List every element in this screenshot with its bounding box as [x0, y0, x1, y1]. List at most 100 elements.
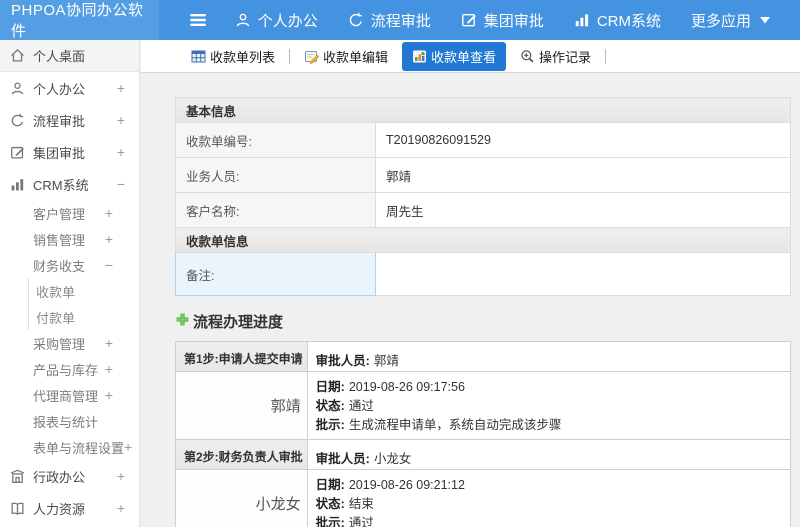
- sidebar-item-label: 表单与流程设置: [33, 440, 125, 456]
- tab-label: 操作记录: [539, 49, 592, 65]
- topnav-item[interactable]: CRM系统: [574, 10, 661, 31]
- tab-separator: [605, 48, 607, 64]
- expand-toggle-icon[interactable]: −: [105, 258, 113, 272]
- detail-line: 状态: 结束: [316, 495, 790, 514]
- field-value: 周先生: [375, 192, 791, 228]
- detail-value: 通过: [348, 516, 374, 527]
- sidebar-item-14[interactable]: 表单与流程设置 +: [0, 434, 139, 460]
- sidebar-item-10[interactable]: 采购管理 +: [0, 330, 139, 356]
- expand-toggle-icon[interactable]: +: [105, 336, 113, 350]
- user-icon: [10, 81, 25, 96]
- expand-toggle-icon[interactable]: +: [105, 362, 113, 376]
- note-edit-icon: [304, 49, 320, 64]
- sidebar-item-8[interactable]: 收款单: [28, 278, 139, 304]
- sidebar-item-label: 采购管理: [33, 336, 86, 352]
- topnav-item[interactable]: 流程审批: [348, 10, 431, 31]
- sidebar-item-label: 代理商管理: [33, 388, 99, 404]
- sidebar-item-label: 报表与统计: [33, 414, 99, 430]
- process-step-detail: 日期: 2019-08-26 09:21:12 状态: 结束 批示: 通过: [306, 469, 792, 527]
- table-icon: [191, 49, 206, 64]
- topnav-item-label: 个人办公: [257, 12, 318, 30]
- field-value: 郭靖: [375, 157, 791, 193]
- process-step-approver: 审批人员: 郭靖: [306, 341, 792, 372]
- expand-toggle-icon[interactable]: −: [117, 177, 125, 191]
- process-step-detail: 日期: 2019-08-26 09:17:56 状态: 通过 批示: 生成流程申请单，系统…: [306, 371, 792, 440]
- detail-line: 状态: 通过: [316, 397, 790, 416]
- sidebar: 个人桌面 个人办公 + 流程审批 + 集团审批 + CRM系统 − 客户管理 + 销售管理 + 财务收支 −…: [0, 40, 140, 527]
- top-nav: 个人办公 流程审批 集团审批 CRM系统 更多应用: [235, 0, 800, 40]
- zoom-plus-icon: [520, 49, 535, 64]
- detail-line: 批示: 通过: [316, 514, 790, 527]
- section-header-row: 收款单信息: [175, 227, 791, 253]
- expand-toggle-icon[interactable]: +: [117, 469, 125, 483]
- tab-label: 收款单查看: [431, 49, 497, 65]
- process-title-label: 流程办理进度: [193, 314, 284, 331]
- detail-value: 2019-08-26 09:17:56: [348, 380, 465, 394]
- approver-name: 小龙女: [373, 452, 412, 466]
- topnav-item-label: 流程审批: [370, 12, 431, 30]
- menu-hamburger-icon[interactable]: [189, 0, 207, 40]
- approver-label: 审批人员:: [315, 354, 370, 368]
- sidebar-item-16[interactable]: 人力资源 +: [0, 492, 139, 524]
- topnav-item[interactable]: 更多应用: [691, 10, 770, 31]
- expand-toggle-icon[interactable]: +: [117, 145, 125, 159]
- tab-separator: [289, 48, 291, 64]
- chevron-down-icon: [760, 16, 770, 24]
- home-icon: [10, 48, 25, 63]
- field-label: 收款单编号:: [175, 122, 376, 158]
- sidebar-item-6[interactable]: 销售管理 +: [0, 226, 139, 252]
- sidebar-item-0[interactable]: 个人桌面: [0, 40, 139, 72]
- tab-1[interactable]: 收款单编辑: [296, 42, 396, 71]
- tab-3[interactable]: 操作记录: [512, 42, 599, 71]
- sidebar-item-4[interactable]: CRM系统 −: [0, 168, 139, 200]
- building-icon: [10, 469, 25, 484]
- process-step-header-row: 第2步:财务负责人审批 审批人员: 小龙女: [175, 439, 792, 470]
- section-header-row: 基本信息: [175, 97, 791, 123]
- expand-toggle-icon[interactable]: +: [117, 113, 125, 127]
- field-label: 客户名称:: [175, 192, 376, 228]
- topnav-item[interactable]: 个人办公: [235, 10, 318, 31]
- process-step-title: 第1步:申请人提交申请: [175, 341, 308, 372]
- tab-0[interactable]: 收款单列表: [183, 42, 283, 71]
- sidebar-item-7[interactable]: 财务收支 −: [0, 252, 139, 278]
- expand-toggle-icon[interactable]: +: [124, 440, 132, 454]
- user-icon: [235, 12, 251, 28]
- topnav-item-label: CRM系统: [596, 12, 661, 30]
- tab-2[interactable]: 收款单查看: [402, 41, 507, 71]
- field-label: 备注:: [175, 252, 376, 296]
- detail-label: 批示:: [315, 418, 345, 432]
- sidebar-item-3[interactable]: 集团审批 +: [0, 136, 139, 168]
- plus-green-icon: [175, 312, 190, 331]
- sidebar-item-13[interactable]: 报表与统计: [0, 408, 139, 434]
- view-icon: [412, 49, 427, 64]
- expand-toggle-icon[interactable]: +: [105, 388, 113, 402]
- process-step-approver: 审批人员: 小龙女: [306, 439, 792, 470]
- detail-line: 日期: 2019-08-26 09:21:12: [316, 476, 790, 495]
- process-step-title: 第2步:财务负责人审批: [175, 439, 308, 470]
- sidebar-item-15[interactable]: 行政办公 +: [0, 460, 139, 492]
- tab-bar: 收款单列表 收款单编辑 收款单查看 操作记录: [141, 40, 800, 73]
- expand-toggle-icon[interactable]: +: [105, 206, 113, 220]
- receipt-info-table: 基本信息 收款单编号: T20190826091529 业务人员: 郭靖 客户名称: 周先生…: [175, 97, 791, 296]
- expand-toggle-icon[interactable]: +: [117, 81, 125, 95]
- sidebar-item-9[interactable]: 付款单: [28, 304, 139, 330]
- process-step-detail-row: 郭靖 日期: 2019-08-26 09:17:56 状态: 通过 批示: 生成流程申请单，…: [175, 371, 792, 440]
- detail-label: 批示:: [315, 516, 345, 527]
- flow-icon: [348, 12, 364, 28]
- topnav-item[interactable]: 集团审批: [461, 10, 544, 31]
- field-label: 业务人员:: [175, 157, 376, 193]
- sidebar-item-1[interactable]: 个人办公 +: [0, 72, 139, 104]
- detail-value: 结束: [348, 497, 374, 511]
- topnav-item-label: 集团审批: [483, 12, 544, 30]
- sidebar-item-12[interactable]: 代理商管理 +: [0, 382, 139, 408]
- expand-toggle-icon[interactable]: +: [117, 501, 125, 515]
- expand-toggle-icon[interactable]: +: [105, 232, 113, 246]
- sidebar-item-label: 人力资源: [33, 501, 86, 517]
- sidebar-item-label: 销售管理: [33, 232, 86, 248]
- edit-icon: [10, 145, 25, 160]
- process-step-actor-name: 郭靖: [175, 371, 308, 440]
- detail-label: 日期:: [315, 380, 345, 394]
- sidebar-item-5[interactable]: 客户管理 +: [0, 200, 139, 226]
- sidebar-item-11[interactable]: 产品与库存 +: [0, 356, 139, 382]
- sidebar-item-2[interactable]: 流程审批 +: [0, 104, 139, 136]
